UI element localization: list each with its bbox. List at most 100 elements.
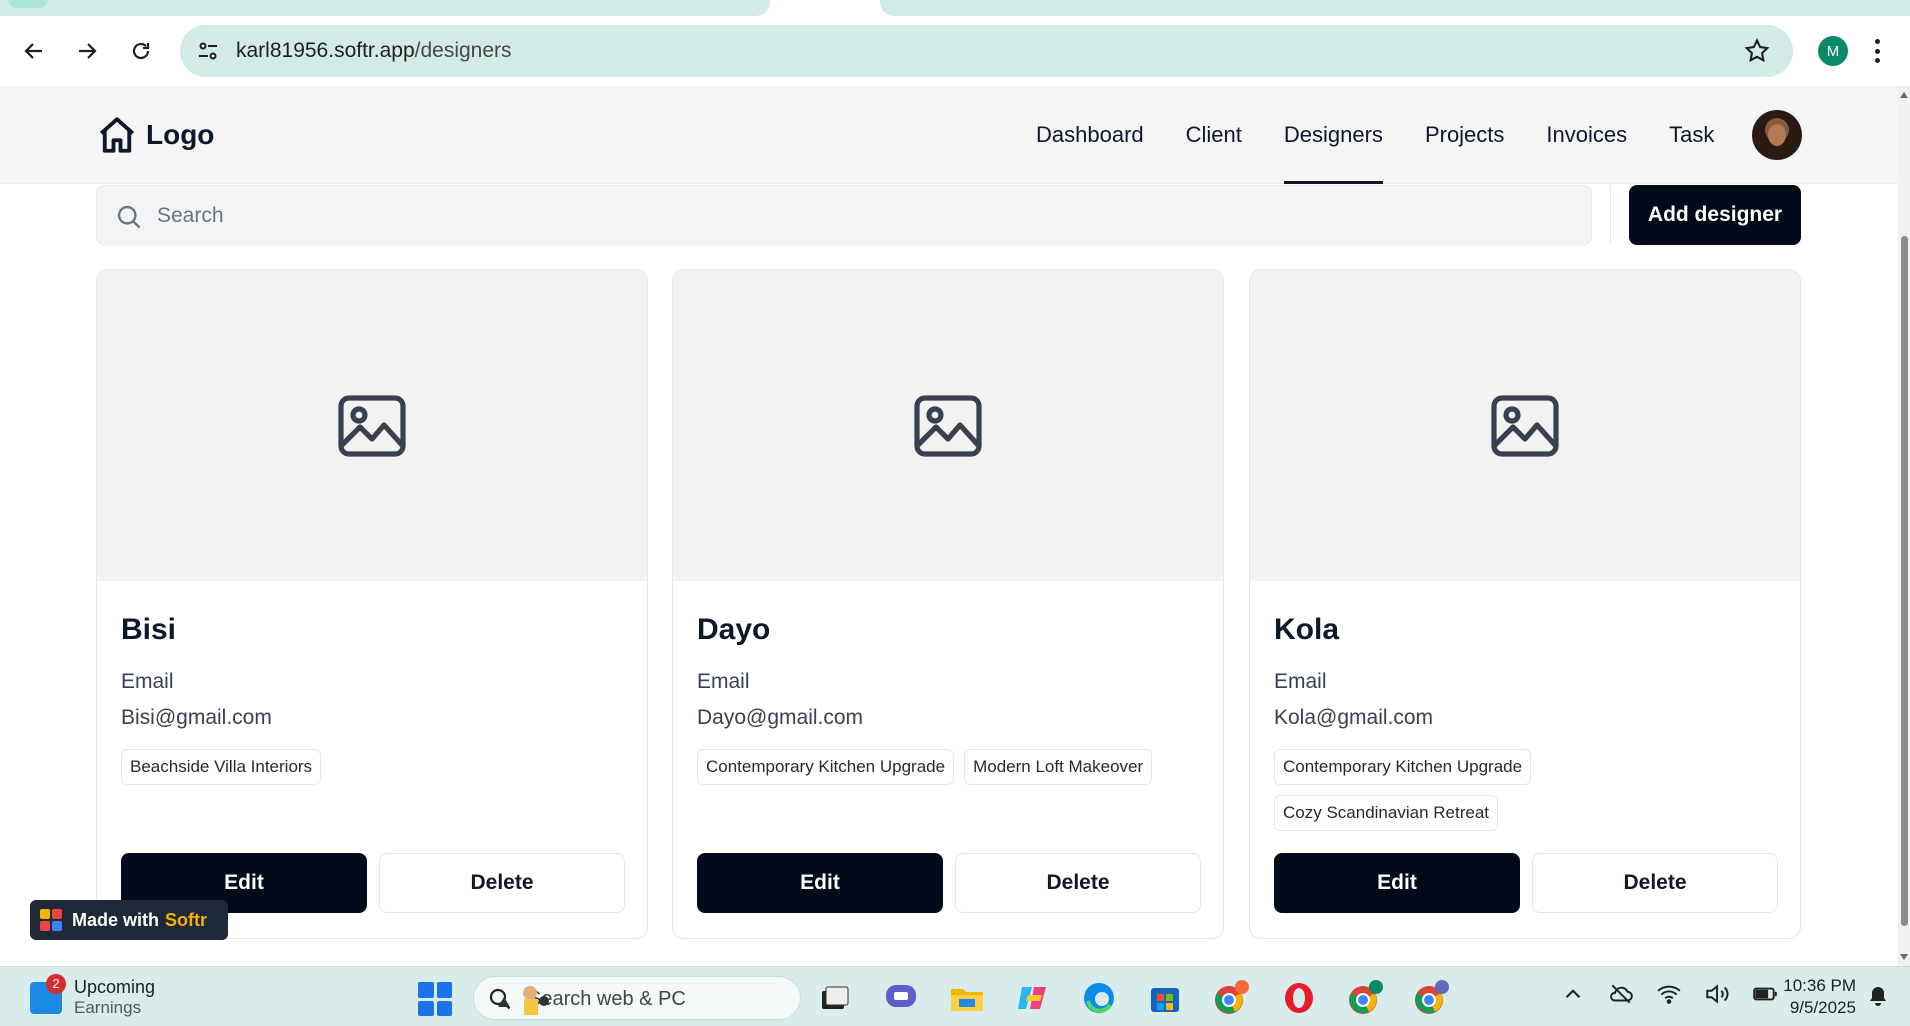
designer-email: Bisi@gmail.com [121, 706, 272, 729]
forward-button[interactable] [67, 31, 107, 71]
designer-name: Kola [1274, 613, 1340, 646]
main-nav: Dashboard Client Designers Projects Invo… [1015, 86, 1735, 184]
delete-button[interactable]: Delete [379, 853, 625, 913]
edit-button[interactable]: Edit [1274, 853, 1520, 913]
edge-browser-icon[interactable] [1080, 979, 1118, 1017]
page-viewport: Logo Dashboard Client Designers Projects… [0, 86, 1910, 966]
toolbar-divider [1610, 185, 1611, 245]
widgets-button[interactable]: 2 Upcoming Earnings [30, 973, 156, 1018]
home-icon [99, 117, 135, 153]
microsoft-store-icon[interactable] [1146, 979, 1184, 1017]
browser-tab-inactive[interactable] [880, 0, 1910, 16]
wifi-icon[interactable] [1656, 981, 1682, 1007]
browser-tab-active[interactable] [0, 0, 770, 16]
widget-title: Upcoming [74, 977, 156, 997]
project-tag: Contemporary Kitchen Upgrade [1274, 749, 1532, 785]
search-placeholder: Search [157, 204, 224, 227]
calendar-icon: 2 [30, 973, 66, 1014]
system-clock[interactable]: 10:36 PM 9/5/2025 [1768, 975, 1856, 1019]
nav-item-task[interactable]: Task [1648, 86, 1735, 184]
project-tags: Beachside Villa Interiors [121, 749, 631, 785]
add-designer-button[interactable]: Add designer [1629, 185, 1801, 245]
chrome-profile-avatar-icon[interactable] [1412, 979, 1450, 1017]
scroll-up-arrow[interactable] [1900, 92, 1908, 98]
designer-card[interactable]: Dayo Email Dayo@gmail.com Contemporary K… [672, 269, 1224, 939]
designer-card[interactable]: Kola Email Kola@gmail.com Contemporary K… [1249, 269, 1801, 939]
nav-item-client[interactable]: Client [1165, 86, 1263, 184]
site-settings-icon[interactable] [196, 39, 220, 63]
delete-button[interactable]: Delete [1532, 853, 1778, 913]
onedrive-cloud-icon[interactable] [1608, 981, 1634, 1007]
softr-brand-text: Softr [165, 909, 208, 930]
arrow-right-icon [79, 43, 97, 59]
scroll-down-arrow[interactable] [1900, 954, 1908, 960]
copilot-icon[interactable] [1014, 979, 1052, 1017]
search-icon [117, 205, 141, 229]
email-label: Email [697, 670, 750, 693]
clock-date: 9/5/2025 [1789, 998, 1856, 1017]
opera-browser-icon[interactable] [1280, 979, 1318, 1017]
email-label: Email [1274, 670, 1327, 693]
image-icon [1491, 394, 1559, 457]
card-image-placeholder [673, 270, 1223, 581]
chevron-up-icon[interactable] [1560, 981, 1586, 1007]
volume-icon[interactable] [1704, 981, 1730, 1007]
search-highlight-art-icon [498, 986, 549, 1015]
browser-tab-strip [0, 0, 1910, 16]
notification-bell-icon[interactable] [1866, 985, 1890, 1009]
logo-text: Logo [146, 119, 215, 150]
designer-email: Kola@gmail.com [1274, 706, 1434, 729]
os-taskbar: 2 Upcoming Earnings Search web & PC 10:3… [0, 966, 1910, 1026]
user-avatar[interactable] [1752, 110, 1802, 160]
bookmark-star-icon[interactable] [1743, 37, 1771, 65]
clock-time: 10:36 PM [1783, 976, 1856, 995]
project-tag: Cozy Scandinavian Retreat [1274, 795, 1499, 831]
image-icon [338, 394, 406, 457]
taskbar-search-box[interactable]: Search web & PC [473, 976, 801, 1020]
image-icon [914, 394, 982, 457]
card-image-placeholder [97, 270, 647, 581]
chrome-profile-s-icon[interactable] [1212, 979, 1250, 1017]
delete-button[interactable]: Delete [955, 853, 1201, 913]
email-label: Email [121, 670, 174, 693]
scrollbar-thumb[interactable] [1901, 236, 1908, 926]
windows-start-icon[interactable] [418, 982, 452, 1016]
made-with-softr-badge[interactable]: Made with Softr [30, 900, 228, 940]
nav-item-projects[interactable]: Projects [1404, 86, 1525, 184]
project-tag: Beachside Villa Interiors [121, 749, 322, 785]
designer-card-list: Bisi Email Bisi@gmail.com Beachside Vill… [96, 269, 1801, 939]
system-tray [1560, 981, 1778, 1007]
page-scrollbar[interactable] [1898, 86, 1910, 966]
browser-menu-icon[interactable] [1872, 36, 1882, 66]
nav-item-invoices[interactable]: Invoices [1525, 86, 1648, 184]
softr-logo-icon [40, 909, 62, 931]
edit-button[interactable]: Edit [697, 853, 943, 913]
designer-name: Bisi [121, 613, 177, 646]
project-tag: Modern Loft Makeover [964, 749, 1153, 785]
widget-subtitle: Earnings [74, 998, 142, 1017]
project-tag: Contemporary Kitchen Upgrade [697, 749, 955, 785]
logo[interactable]: Logo [96, 114, 214, 156]
arrow-left-icon [24, 43, 42, 59]
app-header: Logo Dashboard Client Designers Projects… [0, 86, 1898, 184]
back-button[interactable] [14, 31, 54, 71]
browser-profile-button[interactable]: M [1818, 36, 1848, 66]
teams-chat-icon[interactable] [882, 979, 920, 1017]
file-explorer-icon[interactable] [948, 979, 986, 1017]
url-text: karl81956.softr.app/designers [236, 39, 512, 62]
chrome-profile-m-icon[interactable] [1346, 979, 1384, 1017]
notification-badge: 2 [46, 973, 66, 994]
designer-email: Dayo@gmail.com [697, 706, 864, 729]
project-tags: Contemporary Kitchen Upgrade Cozy Scandi… [1274, 749, 1594, 831]
nav-item-designers[interactable]: Designers [1263, 86, 1404, 184]
card-image-placeholder [1250, 270, 1800, 581]
search-input[interactable]: Search [96, 185, 1592, 245]
project-tags: Contemporary Kitchen Upgrade Modern Loft… [697, 749, 1207, 785]
reload-button[interactable] [121, 31, 161, 71]
browser-toolbar: karl81956.softr.app/designers M [0, 16, 1910, 86]
designer-card[interactable]: Bisi Email Bisi@gmail.com Beachside Vill… [96, 269, 648, 939]
address-bar[interactable]: karl81956.softr.app/designers [180, 25, 1793, 77]
reload-icon [132, 42, 150, 60]
task-view-icon[interactable] [816, 979, 854, 1017]
nav-item-dashboard[interactable]: Dashboard [1015, 86, 1165, 184]
